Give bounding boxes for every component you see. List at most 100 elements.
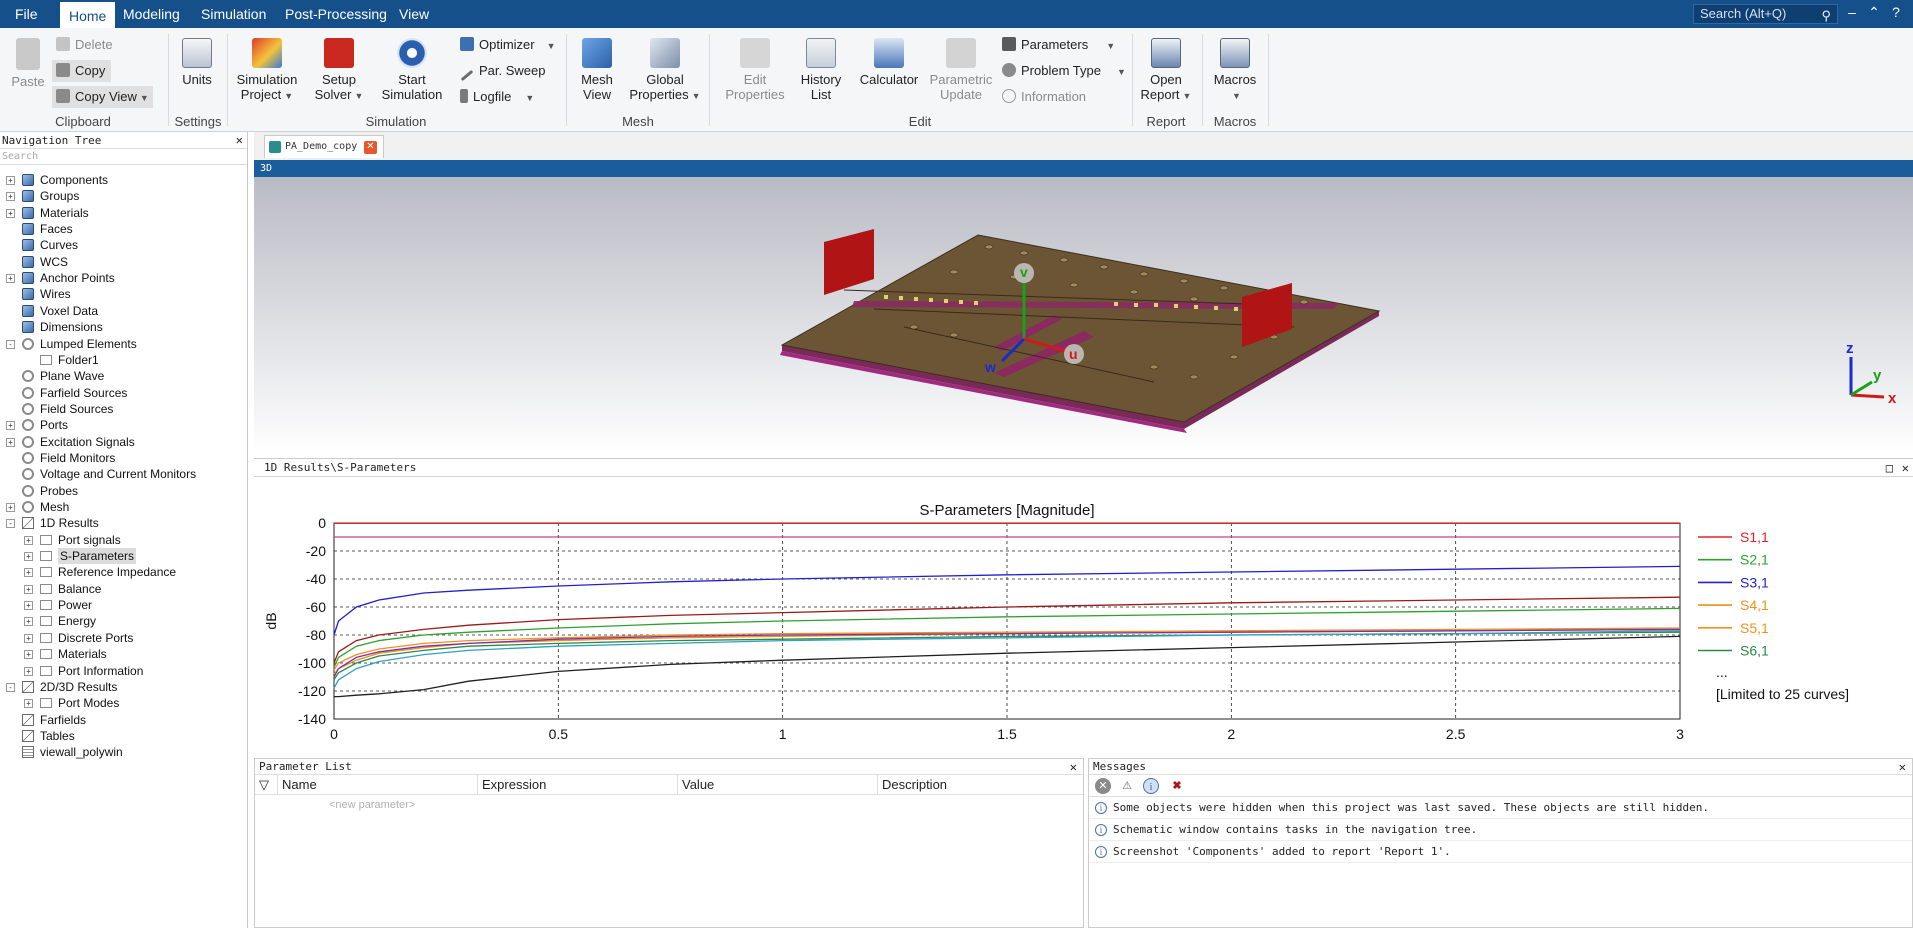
tree-item[interactable]: Probes	[0, 483, 248, 499]
tree-item[interactable]: + Excitation Signals	[0, 434, 248, 450]
global-properties-button[interactable]: Global Properties ▼	[628, 38, 702, 104]
tree-item[interactable]: + Materials	[0, 205, 248, 221]
help-icon[interactable]: ?	[1886, 4, 1906, 20]
maximize-icon[interactable]: □	[1886, 459, 1893, 477]
close-icon[interactable]: ✕	[1902, 459, 1909, 477]
expand-icon[interactable]: +	[6, 208, 15, 218]
tree-item[interactable]: Field Sources	[0, 401, 248, 417]
tree-item[interactable]: + Reference Impedance	[0, 564, 248, 580]
units-button[interactable]: Units	[176, 38, 218, 87]
tree-item[interactable]: Curves	[0, 237, 248, 253]
expand-icon[interactable]: +	[6, 421, 15, 431]
expand-icon[interactable]: +	[24, 535, 33, 545]
expand-icon[interactable]: +	[6, 503, 15, 512]
search-icon[interactable]: ⚲	[1821, 7, 1831, 25]
collapse-icon[interactable]: -	[6, 682, 15, 692]
column-expression[interactable]: Expression	[477, 775, 677, 795]
tree-item[interactable]: - 1D Results	[0, 515, 248, 531]
error-filter-icon[interactable]: ✕	[1095, 778, 1111, 794]
filter-icon[interactable]: ▽	[255, 775, 277, 795]
menu-tab-view[interactable]: View	[390, 0, 438, 28]
simulation-project-button[interactable]: Simulation Project ▼	[234, 38, 300, 104]
logfile-button[interactable]: Logfile ▼	[460, 86, 534, 108]
tree-item[interactable]: Folder1	[0, 352, 248, 368]
expand-icon[interactable]: +	[24, 601, 33, 611]
expand-icon[interactable]: +	[24, 650, 33, 660]
column-description[interactable]: Description	[877, 775, 1083, 795]
view-3d-canvas[interactable]: v u w z x y	[254, 177, 1913, 454]
expand-icon[interactable]: +	[24, 633, 33, 643]
tree-item[interactable]: + Port Information	[0, 663, 248, 679]
document-tab[interactable]: PA_Demo_copy ✕	[264, 135, 384, 158]
tree-item[interactable]: + Groups	[0, 188, 248, 204]
tree-item[interactable]: - Lumped Elements	[0, 336, 248, 352]
tree-item[interactable]: + Mesh	[0, 499, 248, 515]
tree-item[interactable]: + Port Modes	[0, 695, 248, 711]
tree-item[interactable]: Field Monitors	[0, 450, 248, 466]
collapse-icon[interactable]: -	[6, 519, 15, 529]
collapse-icon[interactable]: -	[6, 339, 15, 349]
s-parameters-chart[interactable]: S-Parameters [Magnitude] 0 0.5 1 1.5 2 2.5 3 0 -2…	[254, 477, 1913, 766]
info-filter-icon[interactable]: i	[1143, 778, 1159, 794]
expand-icon[interactable]: +	[6, 192, 15, 202]
copy-button[interactable]: Copy	[52, 60, 112, 82]
tree-item[interactable]: + Port signals	[0, 532, 248, 548]
expand-icon[interactable]: +	[24, 699, 33, 709]
parametric-update-button[interactable]: Parametric Update	[926, 38, 996, 102]
menu-tab-modeling[interactable]: Modeling	[114, 0, 189, 28]
start-simulation-button[interactable]: Start Simulation	[376, 38, 448, 102]
tree-item[interactable]: + Discrete Ports	[0, 630, 248, 646]
close-icon[interactable]: ✕	[364, 141, 377, 154]
paste-button[interactable]: Paste	[8, 38, 48, 89]
expand-icon[interactable]: +	[6, 176, 15, 185]
tree-item[interactable]: Plane Wave	[0, 368, 248, 384]
close-icon[interactable]: ✕	[1899, 759, 1906, 775]
tree-item[interactable]: + Balance	[0, 581, 248, 597]
edit-properties-button[interactable]: Edit Properties	[720, 38, 790, 102]
collapse-icon[interactable]: ⌃	[1864, 4, 1884, 21]
delete-button[interactable]: Delete	[56, 34, 113, 56]
column-value[interactable]: Value	[677, 775, 877, 795]
search-input[interactable]: Search (Alt+Q) ⚲	[1693, 4, 1838, 24]
tree-item[interactable]: + Components	[0, 172, 248, 188]
tree-item[interactable]: + Energy	[0, 613, 248, 629]
problem-type-button[interactable]: Problem Type ▼	[1002, 60, 1126, 82]
tree-item[interactable]: Tables	[0, 728, 248, 744]
clear-messages-icon[interactable]: ✖	[1169, 778, 1185, 794]
tree-item[interactable]: WCS	[0, 254, 248, 270]
tree-item[interactable]: Voltage and Current Monitors	[0, 466, 248, 482]
copy-view-button[interactable]: Copy View ▼	[52, 86, 153, 108]
expand-icon[interactable]: +	[24, 617, 33, 627]
minimize-ribbon-icon[interactable]: –	[1842, 4, 1862, 20]
setup-solver-button[interactable]: Setup Solver ▼	[312, 38, 366, 104]
tree-item[interactable]: Voxel Data	[0, 303, 248, 319]
tree-item[interactable]: Faces	[0, 221, 248, 237]
calculator-button[interactable]: Calculator	[856, 38, 922, 87]
tree-item[interactable]: - 2D/3D Results	[0, 679, 248, 695]
expand-icon[interactable]: +	[24, 552, 33, 562]
mesh-view-button[interactable]: Mesh View	[574, 38, 620, 102]
close-icon[interactable]: ✕	[1070, 759, 1077, 775]
parameters-button[interactable]: Parameters ▼	[1002, 34, 1115, 56]
tree-item[interactable]: Farfield Sources	[0, 385, 248, 401]
tree-item[interactable]: + Ports	[0, 417, 248, 433]
open-report-button[interactable]: Open Report ▼	[1140, 38, 1192, 104]
tree-item[interactable]: Dimensions	[0, 319, 248, 335]
tree-item[interactable]: + S-Parameters	[0, 548, 248, 565]
tree-item[interactable]: + Materials	[0, 646, 248, 662]
menu-tab-file[interactable]: File	[6, 0, 47, 28]
expand-icon[interactable]: +	[6, 437, 15, 447]
navigation-search-input[interactable]: Search	[0, 149, 247, 165]
menu-tab-home[interactable]: Home	[60, 0, 116, 28]
history-list-button[interactable]: History List	[796, 38, 846, 102]
column-name[interactable]: Name	[277, 775, 477, 795]
new-parameter-row[interactable]: <new parameter>	[329, 799, 415, 811]
tree-item[interactable]: Farfields	[0, 712, 248, 728]
warning-filter-icon[interactable]: ⚠	[1119, 778, 1135, 794]
close-icon[interactable]: ✕	[236, 132, 243, 149]
expand-icon[interactable]: +	[6, 274, 15, 284]
tree-item[interactable]: Wires	[0, 286, 248, 302]
expand-icon[interactable]: +	[24, 568, 33, 578]
macros-button[interactable]: Macros ▼	[1210, 38, 1260, 104]
optimizer-button[interactable]: Optimizer ▼	[460, 34, 556, 56]
